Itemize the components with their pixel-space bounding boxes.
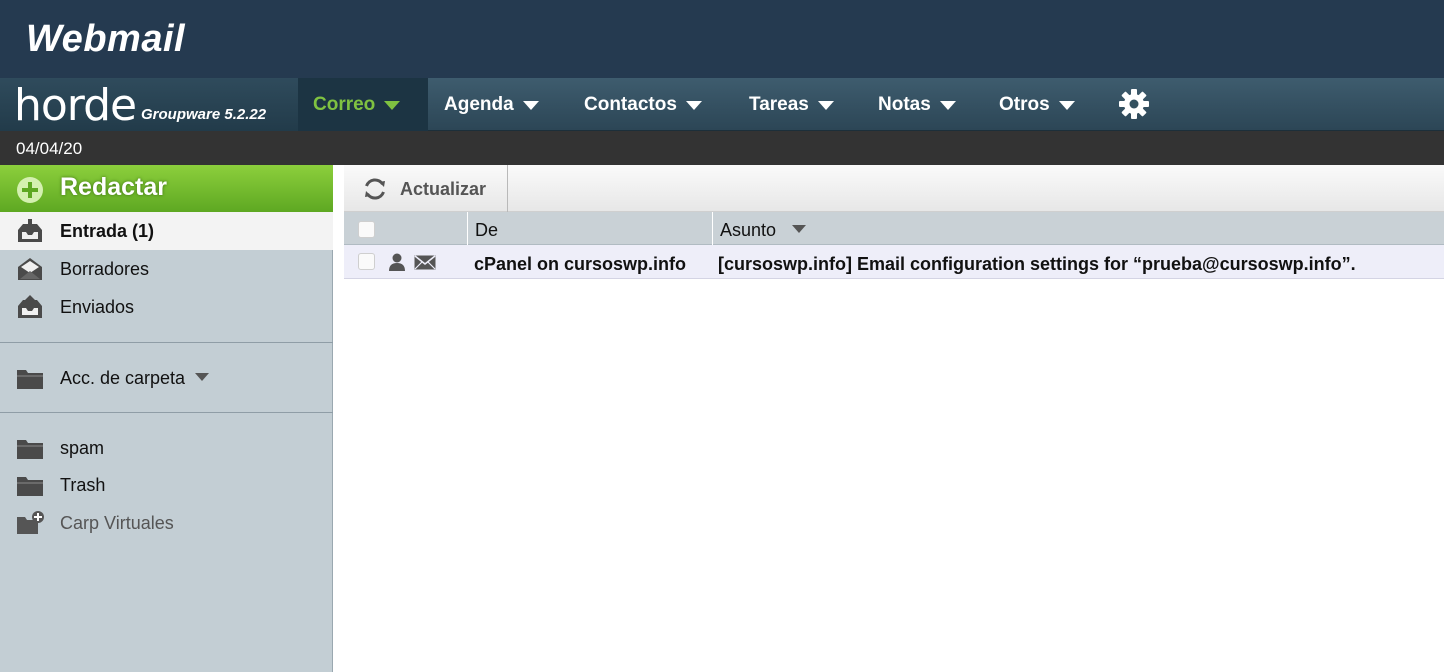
envelope-icon	[414, 255, 436, 270]
message-from: cPanel on cursoswp.info	[474, 254, 687, 274]
date-bar: 04/04/20	[0, 131, 1444, 165]
sidebar-item-virtual-folders[interactable]: Carp Virtuales	[0, 504, 333, 542]
folder-add-icon	[17, 511, 44, 534]
refresh-icon	[365, 178, 385, 200]
sidebar-divider	[0, 342, 333, 343]
nav-agenda[interactable]: Agenda	[444, 78, 539, 131]
nav-tareas-label: Tareas	[749, 93, 809, 115]
chevron-down-icon	[195, 373, 210, 381]
sidebar: Redactar Entrada (1) Borradores Enviados	[0, 165, 333, 672]
nav-correo-label: Correo	[313, 93, 376, 115]
chevron-down-icon	[522, 101, 539, 110]
nav-otros[interactable]: Otros	[999, 78, 1075, 131]
current-date: 04/04/20	[16, 139, 83, 158]
nav-tareas[interactable]: Tareas	[749, 78, 834, 131]
gear-icon[interactable]	[1118, 88, 1150, 120]
groupware-version: Groupware 5.2.22	[141, 106, 267, 123]
refresh-label: Actualizar	[400, 179, 487, 199]
folder-icon	[17, 370, 43, 389]
nav-notas[interactable]: Notas	[878, 78, 956, 131]
sidebar-item-label: spam	[60, 438, 105, 458]
folder-icon	[17, 440, 43, 459]
compose-button[interactable]: Redactar	[0, 165, 333, 212]
column-from[interactable]: De	[467, 212, 712, 245]
select-all-checkbox[interactable]	[358, 221, 375, 238]
nav-correo[interactable]: Correo	[298, 78, 428, 131]
main-nav: horde Groupware 5.2.22 Correo Agenda Con…	[0, 78, 1444, 131]
chevron-down-icon	[939, 101, 956, 110]
drafts-icon	[18, 258, 42, 280]
chevron-down-icon	[384, 101, 401, 110]
folder-actions-text: Acc. de carpeta	[60, 368, 186, 388]
refresh-button[interactable]: Actualizar	[344, 165, 508, 212]
sidebar-item-label: Entrada (1)	[60, 221, 155, 241]
sidebar-item-sent[interactable]: Enviados	[0, 288, 333, 326]
chevron-down-icon	[817, 101, 834, 110]
sidebar-item-label: Trash	[60, 475, 106, 495]
nav-notas-label: Notas	[878, 93, 931, 115]
column-from-label: De	[475, 220, 499, 240]
message-list-pane: Actualizar De Asunto cPanel on cursoswp.…	[344, 165, 1444, 672]
chevron-down-icon	[1058, 101, 1075, 110]
inbox-icon	[18, 219, 42, 242]
nav-contactos-label: Contactos	[584, 93, 677, 115]
column-subject[interactable]: Asunto	[712, 212, 1444, 245]
compose-label: Redactar	[60, 173, 167, 201]
sent-icon	[18, 295, 42, 318]
sidebar-item-label: Enviados	[60, 297, 135, 317]
sidebar-item-spam[interactable]: spam	[0, 429, 333, 467]
plus-icon	[17, 177, 43, 203]
webmail-logo: Webmail	[26, 18, 186, 60]
chevron-down-icon	[685, 101, 702, 110]
message-subject: [cursoswp.info] Email configuration sett…	[718, 254, 1356, 274]
column-subject-label: Asunto	[720, 220, 777, 240]
row-checkbox[interactable]	[358, 253, 375, 270]
sidebar-item-label: Carp Virtuales	[60, 513, 174, 533]
sidebar-item-label: Borradores	[60, 259, 150, 279]
sidebar-divider	[0, 412, 333, 413]
sidebar-item-trash[interactable]: Trash	[0, 466, 333, 504]
nav-agenda-label: Agenda	[444, 93, 514, 115]
folder-actions-menu[interactable]: Acc. de carpeta	[0, 359, 333, 397]
sort-down-icon[interactable]	[792, 225, 807, 233]
person-icon	[389, 253, 405, 271]
message-list-header: De Asunto	[344, 212, 1444, 245]
nav-otros-label: Otros	[999, 93, 1050, 115]
sidebar-item-inbox[interactable]: Entrada (1)	[0, 212, 333, 250]
top-banner: Webmail	[0, 0, 1444, 78]
toolbar: Actualizar	[344, 165, 1444, 212]
folder-icon	[17, 477, 43, 496]
nav-contactos[interactable]: Contactos	[584, 78, 702, 131]
horde-logo: horde	[14, 80, 137, 131]
sidebar-item-drafts[interactable]: Borradores	[0, 250, 333, 288]
folder-actions-label: Acc. de carpeta	[60, 368, 210, 389]
horde-brand[interactable]: horde Groupware 5.2.22	[0, 78, 298, 131]
table-row[interactable]: cPanel on cursoswp.info [cursoswp.info] …	[344, 245, 1444, 279]
